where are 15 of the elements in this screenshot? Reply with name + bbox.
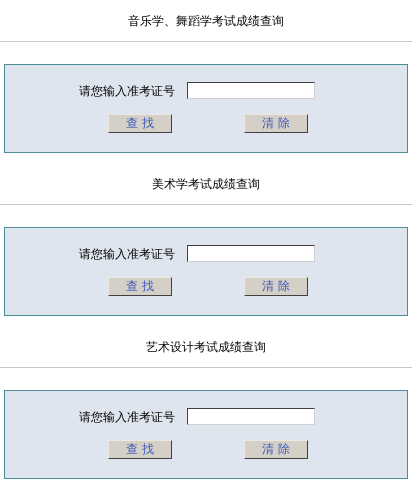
query-button[interactable]: 清 除 (244, 440, 308, 459)
query-button[interactable]: 查 找 (108, 277, 172, 296)
query-button[interactable]: 查 找 (108, 114, 172, 133)
field-label: 请您输入准考证号 (79, 84, 175, 98)
section-title: 艺术设计考试成绩查询 (146, 340, 266, 354)
input-field[interactable] (187, 408, 315, 425)
section-title: 美术学考试成绩查询 (152, 176, 260, 190)
section-title: 音乐学、舞蹈学考试成绩查询 (128, 14, 284, 28)
query-button[interactable]: 清 除 (244, 114, 308, 133)
query-button[interactable]: 清 除 (244, 277, 308, 296)
field-label: 请您输入准考证号 (79, 246, 175, 260)
field-label: 请您输入准考证号 (79, 410, 175, 424)
input-field[interactable] (187, 82, 315, 99)
input-field[interactable] (187, 245, 315, 262)
query-button[interactable]: 查 找 (108, 440, 172, 459)
